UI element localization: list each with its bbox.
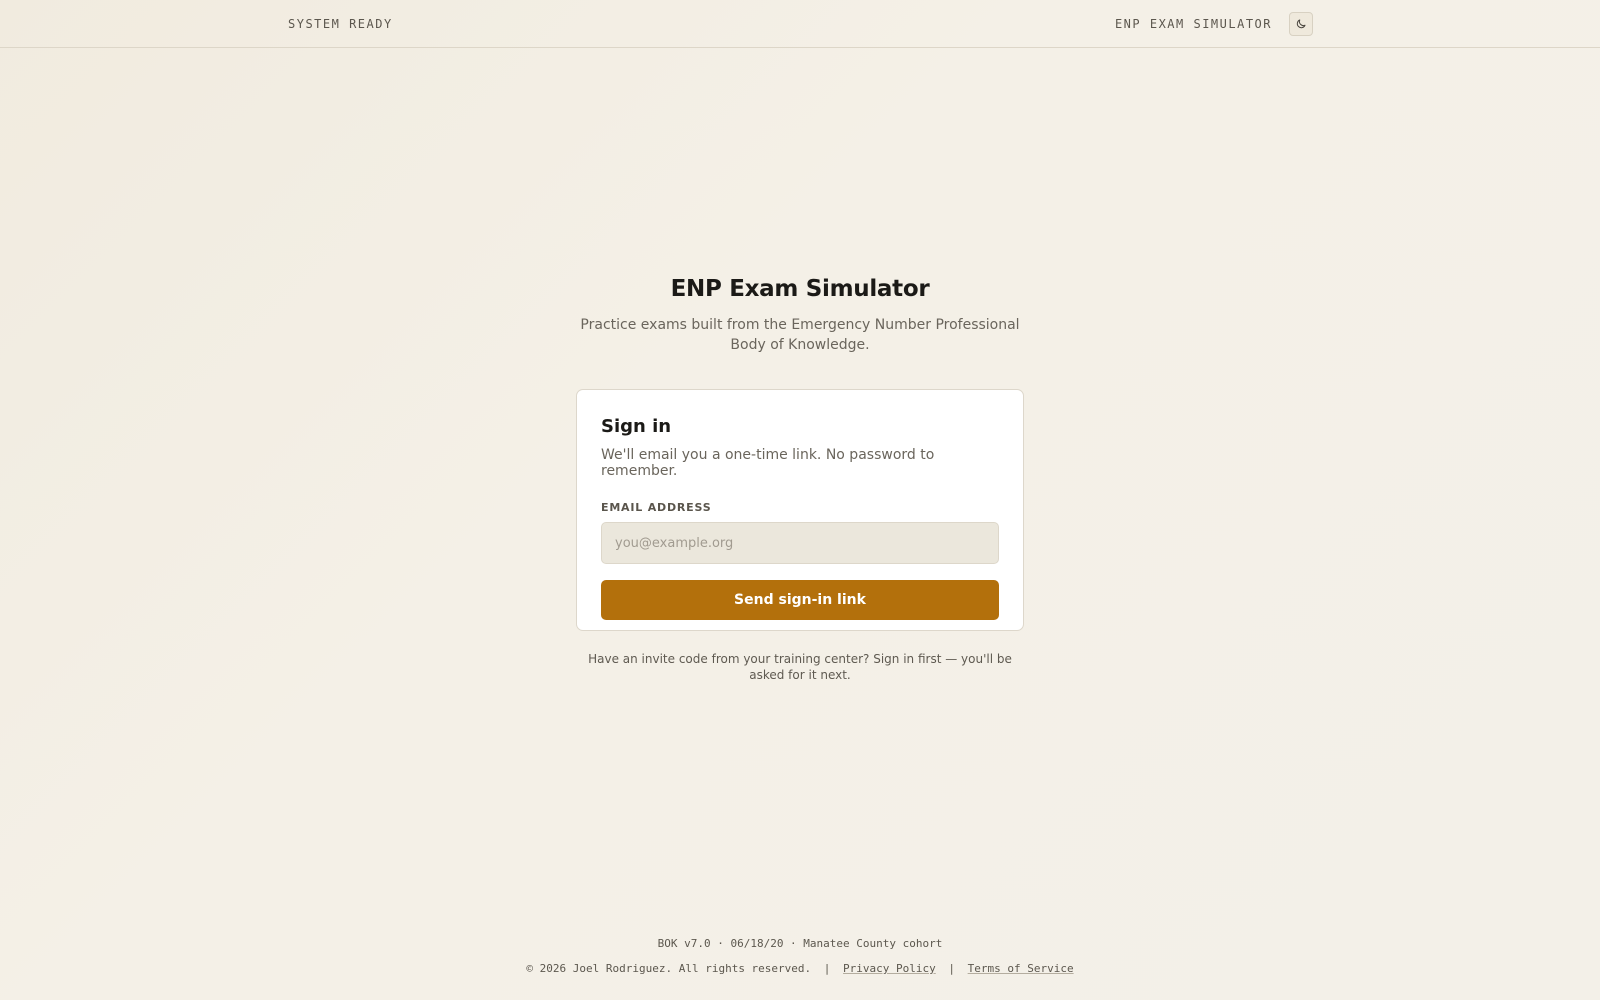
app-brand: ENP EXAM SIMULATOR [1114, 17, 1272, 31]
hero: ENP Exam Simulator Practice exams built … [0, 276, 1600, 355]
page-title: ENP Exam Simulator [670, 276, 930, 302]
email-label: EMAIL ADDRESS [601, 501, 712, 514]
footer-separator: | [823, 962, 831, 975]
footer-separator: | [948, 962, 956, 975]
theme-toggle-button[interactable] [1289, 12, 1313, 36]
copyright: © 2026 Joel Rodriguez. All rights reserv… [526, 962, 812, 975]
signin-title: Sign in [601, 416, 672, 437]
footer-legal: © 2026 Joel Rodriguez. All rights reserv… [0, 962, 1600, 975]
top-bar: SYSTEM READY ENP EXAM SIMULATOR [0, 0, 1600, 48]
privacy-policy-link[interactable]: Privacy Policy [843, 962, 936, 975]
terms-of-service-link[interactable]: Terms of Service [968, 962, 1074, 975]
email-field[interactable] [601, 522, 999, 564]
send-sign-in-link-button[interactable]: Send sign-in link [601, 580, 999, 620]
system-status: SYSTEM READY [288, 17, 393, 31]
signin-subtitle: We'll email you a one-time link. No pass… [601, 447, 935, 479]
page-subtitle: Practice exams built from the Emergency … [580, 317, 1020, 353]
signin-card: Sign in We'll email you a one-time link.… [576, 389, 1024, 631]
invite-note: Have an invite code from your training c… [588, 652, 1012, 682]
footer-meta: BOK v7.0 · 06/18/20 · Manatee County coh… [657, 937, 943, 950]
moon-icon [1296, 19, 1306, 29]
